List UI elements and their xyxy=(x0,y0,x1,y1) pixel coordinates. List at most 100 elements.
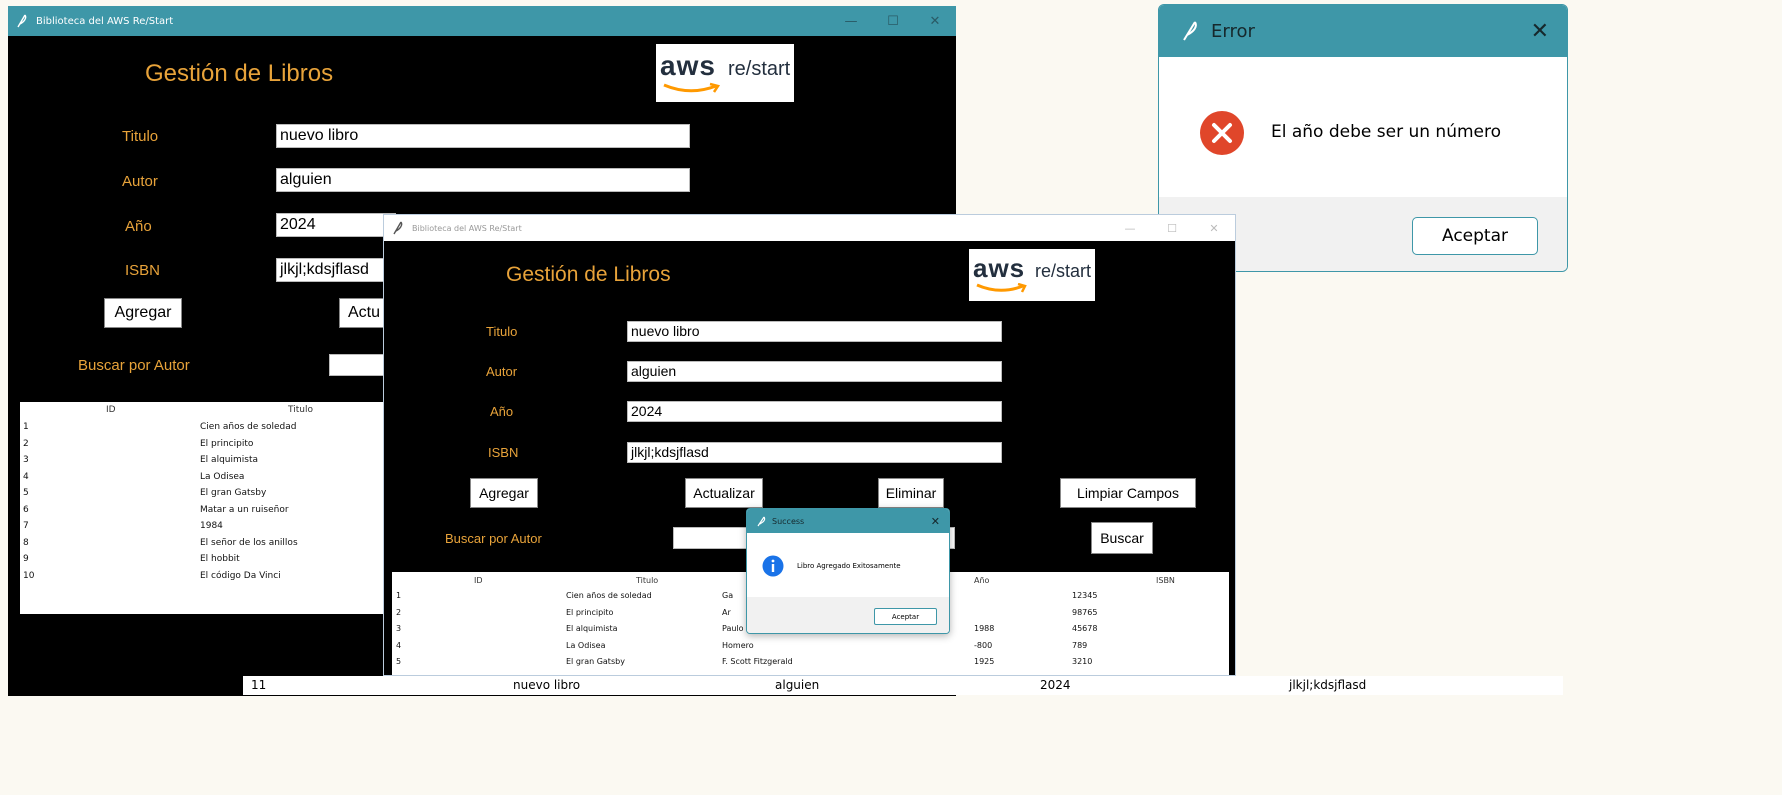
table-cell-titulo: El hobbit xyxy=(200,554,240,564)
table-header-titulo[interactable]: Titulo xyxy=(288,405,313,415)
table-cell-titulo: El señor de los anillos xyxy=(200,537,298,548)
anio-label: Año xyxy=(490,404,514,419)
table-cell-anio: 1925 xyxy=(974,657,995,666)
anio-input[interactable]: 2024 xyxy=(627,401,1002,422)
error-dialog-titlebar[interactable]: Error ✕ xyxy=(1159,5,1567,57)
table-cell-id: 2 xyxy=(23,438,29,449)
row-id: 11 xyxy=(251,678,267,692)
buscar-autor-label: Buscar por Autor xyxy=(78,357,190,374)
aws-logo-text: aws xyxy=(973,253,1026,283)
table-cell-isbn: 12345 xyxy=(1072,591,1098,600)
aceptar-button[interactable]: Aceptar xyxy=(874,608,937,625)
table-cell-titulo: La Odisea xyxy=(566,640,606,650)
table-cell-titulo: Matar a un ruiseñor xyxy=(200,504,289,515)
isbn-label: ISBN xyxy=(488,445,519,460)
front-window-titlebar[interactable]: Biblioteca del AWS Re/Start — ☐ ✕ xyxy=(384,215,1235,241)
error-dialog-title: Error xyxy=(1211,20,1255,42)
table-cell-titulo: El alquimista xyxy=(566,624,618,633)
table-cell-id: 9 xyxy=(23,554,29,564)
table-cell-titulo: El principito xyxy=(200,438,254,449)
success-dialog-titlebar[interactable]: Success ✕ xyxy=(747,509,949,533)
table-header-titulo[interactable]: Titulo xyxy=(636,576,658,585)
close-icon[interactable]: ✕ xyxy=(914,14,956,29)
books-table[interactable]: ID Titulo 1 Cien años de soledad 2 El princ… xyxy=(20,402,390,614)
table-cell-id: 3 xyxy=(23,455,29,465)
titulo-input[interactable]: nuevo libro xyxy=(276,124,690,148)
table-cell-id: 7 xyxy=(23,521,29,531)
table-cell-titulo: El principito xyxy=(566,607,614,617)
minimize-icon[interactable]: — xyxy=(1109,222,1151,235)
aceptar-button[interactable]: Aceptar xyxy=(1412,217,1538,255)
new-book-row[interactable]: 11 nuevo libro alguien 2024 jlkjl;kdsjfl… xyxy=(243,676,1563,695)
agregar-button[interactable]: Agregar xyxy=(104,298,182,328)
table-cell-titulo: El gran Gatsby xyxy=(566,657,625,666)
table-cell-id: 1 xyxy=(396,591,402,600)
table-cell-titulo: La Odisea xyxy=(200,471,245,482)
isbn-input[interactable]: jlkjl;kdsjflasd xyxy=(276,258,396,282)
table-cell-id: 6 xyxy=(23,504,29,515)
buscar-button[interactable]: Buscar xyxy=(1091,522,1153,554)
error-dialog-body: El año debe ser un número xyxy=(1159,57,1567,197)
table-cell-id: 4 xyxy=(23,471,29,482)
row-autor: alguien xyxy=(775,678,820,692)
success-dialog: Success ✕ Libro Agregado Exitosamente Ac… xyxy=(746,508,950,634)
anio-label: Año xyxy=(125,218,152,235)
close-icon[interactable]: ✕ xyxy=(1531,18,1549,44)
window-title: Biblioteca del AWS Re/Start xyxy=(36,15,174,27)
page-title: Gestión de Libros xyxy=(145,60,334,87)
table-header-anio[interactable]: Año xyxy=(974,576,989,585)
table-cell-anio: -800 xyxy=(974,640,993,650)
table-header-id[interactable]: ID xyxy=(106,405,116,415)
table-cell-autor: Ar xyxy=(722,607,731,617)
table-cell-titulo: El código Da Vinci xyxy=(200,570,281,581)
restart-logo-text: re/start xyxy=(1035,261,1092,281)
buscar-autor-label: Buscar por Autor xyxy=(445,531,542,546)
agregar-button[interactable]: Agregar xyxy=(470,478,538,508)
titulo-label: Titulo xyxy=(486,324,518,339)
autor-input[interactable]: alguien xyxy=(276,168,690,192)
row-titulo: nuevo libro xyxy=(513,678,581,692)
table-cell-anio: 1988 xyxy=(974,624,995,633)
error-message: El año debe ser un número xyxy=(1271,122,1502,142)
titulo-input[interactable]: nuevo libro xyxy=(627,321,1002,342)
feather-icon xyxy=(757,516,766,526)
feather-icon xyxy=(393,221,403,235)
isbn-input[interactable]: jlkjl;kdsjflasd xyxy=(627,442,1002,463)
back-window-titlebar[interactable]: Biblioteca del AWS Re/Start — ☐ ✕ xyxy=(8,6,956,36)
autor-label: Autor xyxy=(122,173,158,190)
table-cell-autor: Homero xyxy=(722,640,754,650)
table-cell-id: 8 xyxy=(23,537,29,548)
table-header-id[interactable]: ID xyxy=(474,576,483,585)
maximize-icon[interactable]: ☐ xyxy=(1151,222,1193,235)
table-cell-titulo: 1984 xyxy=(200,521,223,531)
isbn-label: ISBN xyxy=(125,262,161,279)
success-message: Libro Agregado Exitosamente xyxy=(797,562,901,570)
table-header-isbn[interactable]: ISBN xyxy=(1156,576,1175,585)
anio-input[interactable]: 2024 xyxy=(276,213,396,237)
row-isbn: jlkjl;kdsjflasd xyxy=(1289,678,1367,692)
eliminar-button[interactable]: Eliminar xyxy=(878,478,944,508)
page-title: Gestión de Libros xyxy=(506,263,671,286)
actualizar-button[interactable]: Actualizar xyxy=(685,478,763,508)
table-cell-id: 5 xyxy=(23,488,29,498)
feather-icon xyxy=(1183,21,1197,41)
window-title: Biblioteca del AWS Re/Start xyxy=(412,223,522,233)
table-cell-id: 2 xyxy=(396,607,402,617)
autor-input[interactable]: alguien xyxy=(627,361,1002,382)
table-cell-titulo: El gran Gatsby xyxy=(200,488,267,498)
success-dialog-footer: Aceptar xyxy=(747,597,949,633)
aws-smile-icon xyxy=(663,82,721,93)
aws-restart-logo: aws re/start xyxy=(969,249,1095,301)
table-cell-isbn: 3210 xyxy=(1072,657,1093,666)
titulo-label: Titulo xyxy=(122,128,159,145)
table-cell-id: 5 xyxy=(396,657,402,666)
autor-label: Autor xyxy=(486,364,518,379)
close-icon[interactable]: ✕ xyxy=(1193,222,1235,235)
table-cell-autor: F. Scott Fitzgerald xyxy=(722,657,793,666)
minimize-icon[interactable]: — xyxy=(830,14,872,29)
maximize-icon[interactable]: ☐ xyxy=(872,14,914,29)
limpiar-campos-button[interactable]: Limpiar Campos xyxy=(1060,478,1196,508)
aws-restart-logo: aws re/start xyxy=(656,44,794,102)
success-dialog-title: Success xyxy=(772,516,805,526)
close-icon[interactable]: ✕ xyxy=(931,515,940,528)
